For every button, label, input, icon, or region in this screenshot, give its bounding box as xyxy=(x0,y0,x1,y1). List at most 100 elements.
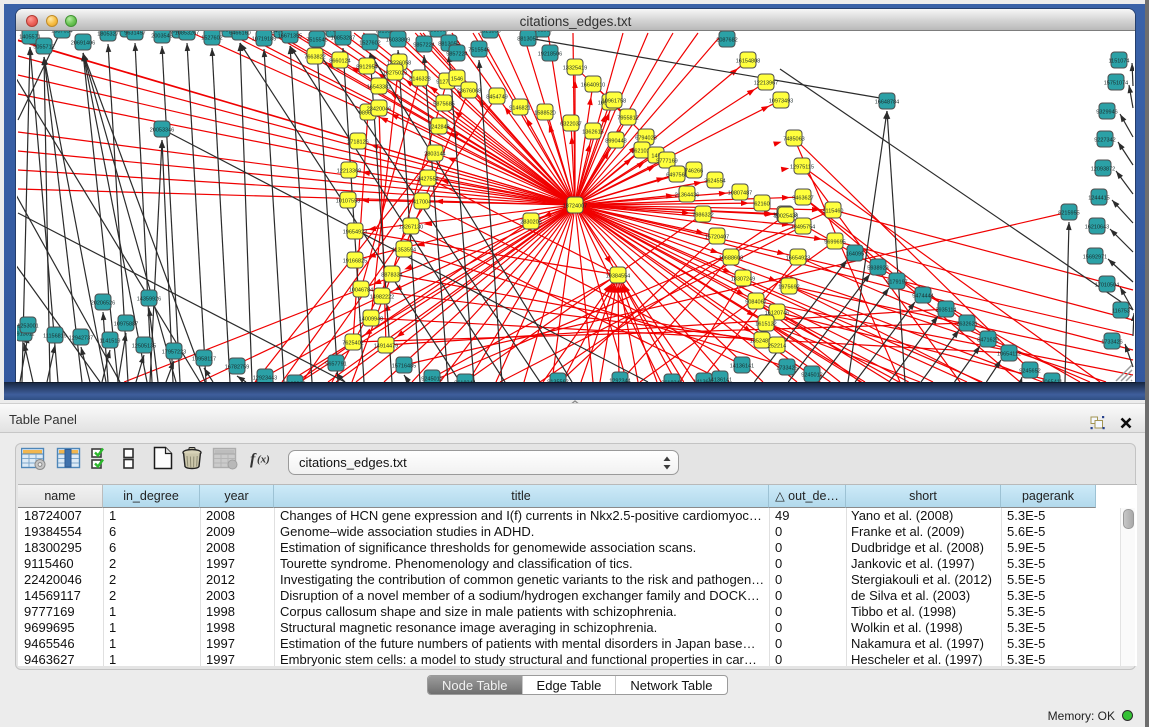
svg-text:15716485: 15716485 xyxy=(392,363,416,369)
svg-text:2003546: 2003546 xyxy=(151,33,172,39)
svg-text:12505135: 12505135 xyxy=(132,343,156,349)
svg-text:1292344: 1292344 xyxy=(609,378,630,382)
svg-text:13267130: 13267130 xyxy=(399,224,423,230)
svg-text:7485063: 7485063 xyxy=(783,136,804,142)
svg-text:6466160: 6466160 xyxy=(229,31,250,36)
svg-text:62160: 62160 xyxy=(754,201,769,207)
svg-text:9777169: 9777169 xyxy=(656,158,677,164)
svg-text:8878334: 8878334 xyxy=(381,272,402,278)
svg-text:9463627: 9463627 xyxy=(792,195,813,201)
svg-text:7663822: 7663822 xyxy=(304,54,325,60)
svg-text:8427552: 8427552 xyxy=(417,176,438,182)
svg-text:9857224: 9857224 xyxy=(446,51,467,57)
svg-text:1921850: 1921850 xyxy=(479,31,500,34)
svg-text:16154808: 16154808 xyxy=(736,58,760,64)
svg-text:1527602: 1527602 xyxy=(201,35,222,41)
svg-text:14914479: 14914479 xyxy=(374,343,398,349)
svg-text:14009948: 14009948 xyxy=(359,316,383,322)
svg-text:7986322: 7986322 xyxy=(692,212,713,218)
svg-text:1987654: 1987654 xyxy=(51,31,72,34)
svg-text:8146328: 8146328 xyxy=(409,76,430,82)
svg-text:8813054: 8813054 xyxy=(427,31,448,33)
svg-text:16210643: 16210643 xyxy=(1085,224,1109,230)
svg-text:9245652: 9245652 xyxy=(1019,368,1040,374)
svg-text:16648784: 16648784 xyxy=(875,99,899,105)
svg-text:18724007: 18724007 xyxy=(563,203,587,209)
svg-text:9245012: 9245012 xyxy=(421,376,442,382)
svg-text:1805327: 1805327 xyxy=(97,31,118,37)
svg-text:1244415: 1244415 xyxy=(1088,195,1109,201)
svg-text:14136141: 14136141 xyxy=(730,363,754,369)
svg-text:11156819: 11156819 xyxy=(43,333,67,339)
svg-text:16654923: 16654923 xyxy=(786,255,810,261)
svg-text:13275023: 13275023 xyxy=(383,70,407,76)
svg-text:3624554: 3624554 xyxy=(704,178,725,184)
svg-text:8454749: 8454749 xyxy=(486,94,507,100)
svg-text:116753: 116753 xyxy=(1112,308,1130,314)
svg-text:7955812: 7955812 xyxy=(617,115,638,121)
svg-text:23676068: 23676068 xyxy=(457,88,481,94)
svg-text:9657791: 9657791 xyxy=(325,361,346,367)
svg-text:10973493: 10973493 xyxy=(769,98,793,104)
svg-text:10046784: 10046784 xyxy=(349,287,373,293)
svg-text:8660124: 8660124 xyxy=(329,58,350,64)
svg-text:16033809: 16033809 xyxy=(386,37,410,43)
svg-text:10654112: 10654112 xyxy=(997,351,1021,357)
svg-text:10853287: 10853287 xyxy=(331,35,355,41)
svg-text:9135562: 9135562 xyxy=(284,381,305,382)
svg-text:13495754: 13495754 xyxy=(791,224,815,230)
svg-text:8618344: 8618344 xyxy=(454,380,475,382)
svg-text:23420046: 23420046 xyxy=(367,106,391,112)
svg-text:17957223: 17957223 xyxy=(162,349,186,355)
svg-text:5875685: 5875685 xyxy=(433,101,454,107)
svg-text:14359926: 14359926 xyxy=(137,296,161,302)
svg-text:10025438: 10025438 xyxy=(774,213,798,219)
svg-text:12942737: 12942737 xyxy=(69,335,93,341)
svg-text:9329946: 9329946 xyxy=(1096,109,1117,115)
svg-text:1733426: 1733426 xyxy=(1101,339,1122,345)
svg-text:8990448: 8990448 xyxy=(605,138,626,144)
svg-text:10688609: 10688609 xyxy=(719,255,743,261)
svg-text:8813054: 8813054 xyxy=(517,36,538,42)
svg-text:1588520: 1588520 xyxy=(534,110,555,116)
svg-text:9245012: 9245012 xyxy=(801,372,822,378)
svg-text:8618344: 8618344 xyxy=(661,380,682,382)
svg-text:2803144: 2803144 xyxy=(424,151,445,157)
svg-text:5938923: 5938923 xyxy=(867,265,888,271)
svg-text:1733426: 1733426 xyxy=(776,365,797,371)
svg-text:10958117: 10958117 xyxy=(192,356,216,362)
svg-text:12213967: 12213967 xyxy=(754,80,778,86)
svg-text:8912954: 8912954 xyxy=(356,64,377,70)
svg-text:20206526: 20206526 xyxy=(91,300,115,306)
svg-text:12213369: 12213369 xyxy=(337,168,361,174)
svg-text:252214: 252214 xyxy=(768,343,786,349)
svg-text:9135562: 9135562 xyxy=(547,379,568,382)
svg-text:1065411: 1065411 xyxy=(1041,379,1062,382)
svg-text:21364436: 21364436 xyxy=(675,192,699,198)
svg-text:2718126: 2718126 xyxy=(347,139,368,145)
svg-text:19166825: 19166825 xyxy=(343,258,367,264)
svg-text:16671355: 16671355 xyxy=(278,33,302,39)
svg-text:2935114: 2935114 xyxy=(935,307,956,313)
svg-text:10853267: 10853267 xyxy=(175,31,199,36)
svg-text:1253001: 1253001 xyxy=(17,323,38,329)
svg-text:14136141: 14136141 xyxy=(708,377,732,382)
svg-text:6179197: 6179197 xyxy=(886,279,907,285)
svg-text:16543382: 16543382 xyxy=(367,84,391,90)
svg-text:7515546: 7515546 xyxy=(306,37,327,43)
svg-text:9631457: 9631457 xyxy=(124,31,145,36)
svg-text:10975887: 10975887 xyxy=(114,321,138,327)
svg-text:1546: 1546 xyxy=(451,76,463,82)
svg-text:f: f xyxy=(250,451,257,468)
svg-text:19218506: 19218506 xyxy=(538,51,562,57)
svg-text:16782759: 16782759 xyxy=(225,364,249,370)
svg-text:9857224: 9857224 xyxy=(413,42,434,48)
svg-text:11353594: 11353594 xyxy=(392,247,416,253)
svg-text:9084067: 9084067 xyxy=(745,299,766,305)
svg-text:16640910: 16640910 xyxy=(581,82,605,88)
svg-text:2087682: 2087682 xyxy=(716,37,737,43)
svg-text:7625402: 7625402 xyxy=(342,340,363,346)
svg-text:20053346: 20053346 xyxy=(150,127,174,133)
svg-text:15751074: 15751074 xyxy=(1104,80,1128,86)
svg-text:10107553: 10107553 xyxy=(336,198,360,204)
